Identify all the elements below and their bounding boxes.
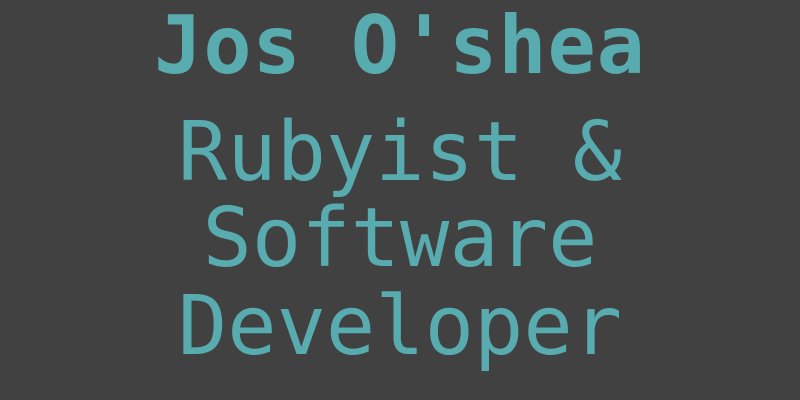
- tagline-line-3: Developer: [177, 279, 623, 374]
- profile-card: Jos O'shea Rubyist & Software Developer: [0, 0, 800, 400]
- tagline-line-1: Rubyist &: [177, 105, 623, 200]
- profile-name: Jos O'shea: [154, 0, 646, 92]
- tagline-line-2: Software: [202, 191, 598, 286]
